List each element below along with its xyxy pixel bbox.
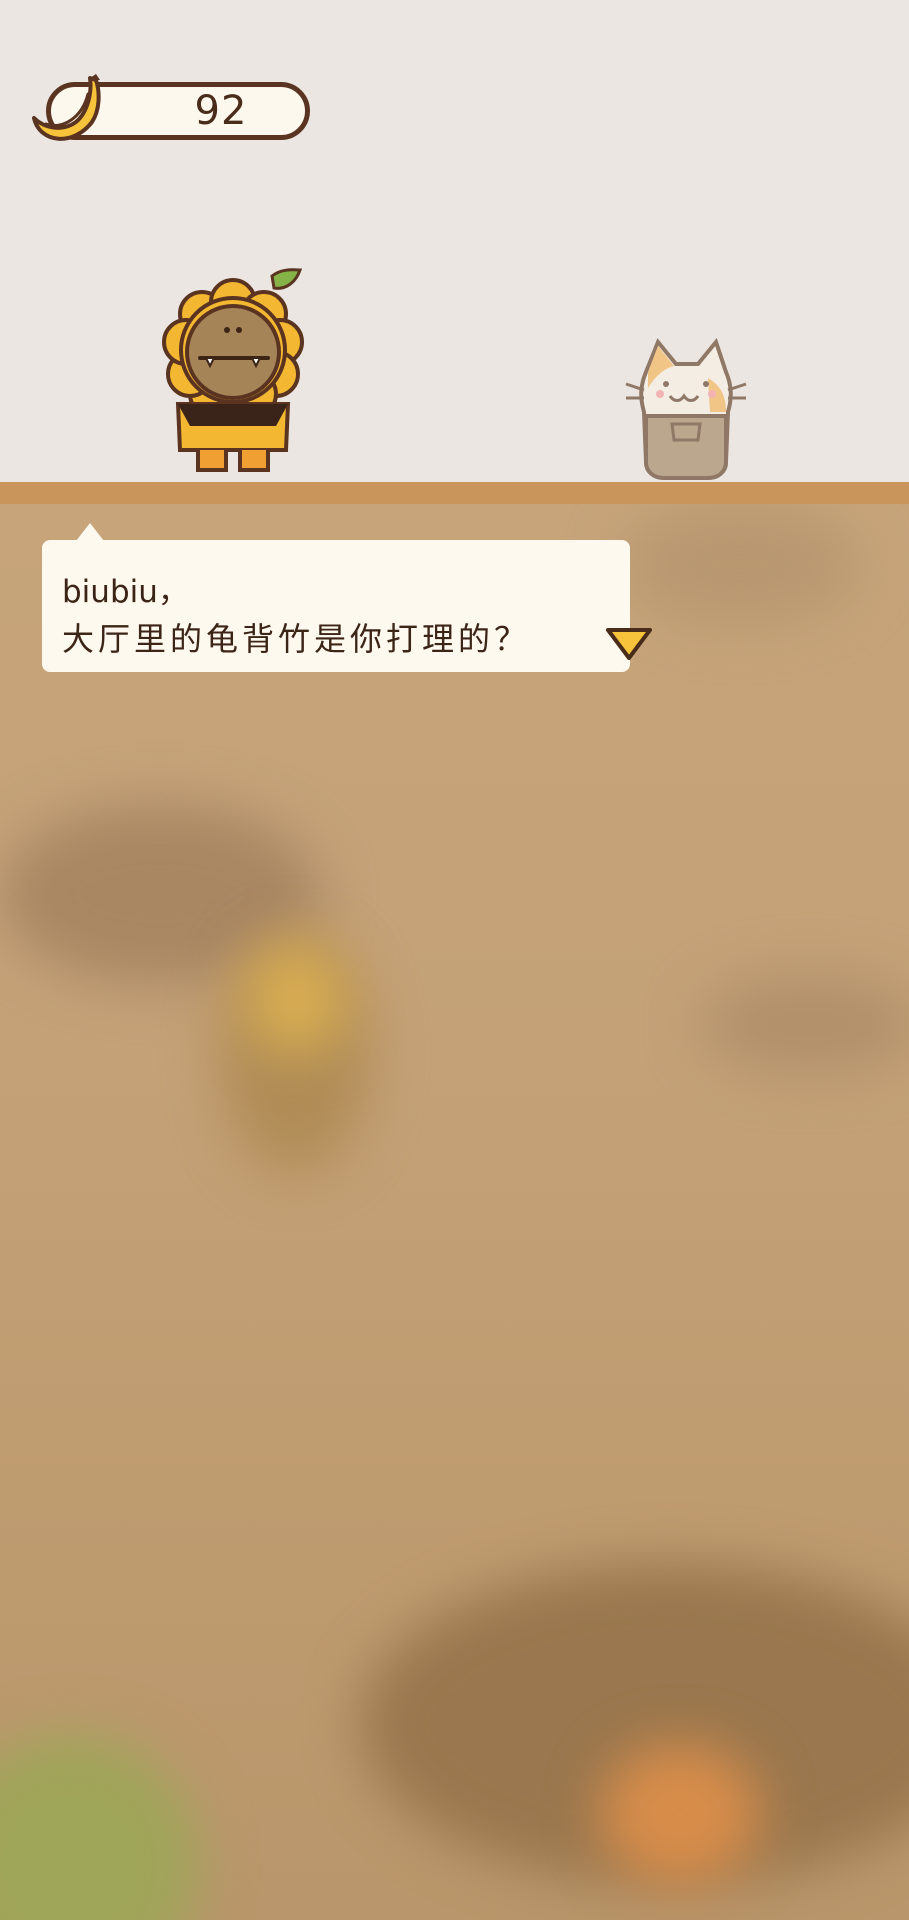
counter-value: 92 bbox=[194, 88, 248, 134]
cat-character bbox=[625, 338, 747, 480]
bg-blob bbox=[246, 944, 346, 1054]
triangle-down-icon[interactable] bbox=[604, 626, 654, 662]
sunflower-character bbox=[162, 268, 304, 472]
banana-icon bbox=[32, 74, 101, 141]
dialog-tail bbox=[76, 523, 104, 541]
dialog-box[interactable]: biubiu， 大厅里的龟背竹是你打理的？ bbox=[42, 540, 630, 672]
floor-divider bbox=[0, 482, 909, 504]
bg-blob bbox=[700, 974, 909, 1074]
dialog-message: 大厅里的龟背竹是你打理的？ bbox=[62, 620, 531, 658]
dialog-speaker-line: biubiu， bbox=[62, 574, 189, 610]
bg-blob bbox=[620, 504, 860, 624]
banana-counter: 92 bbox=[26, 72, 316, 146]
bg-blob bbox=[0, 1734, 200, 1920]
blurred-background bbox=[0, 504, 909, 1920]
bg-blob bbox=[600, 1744, 760, 1884]
